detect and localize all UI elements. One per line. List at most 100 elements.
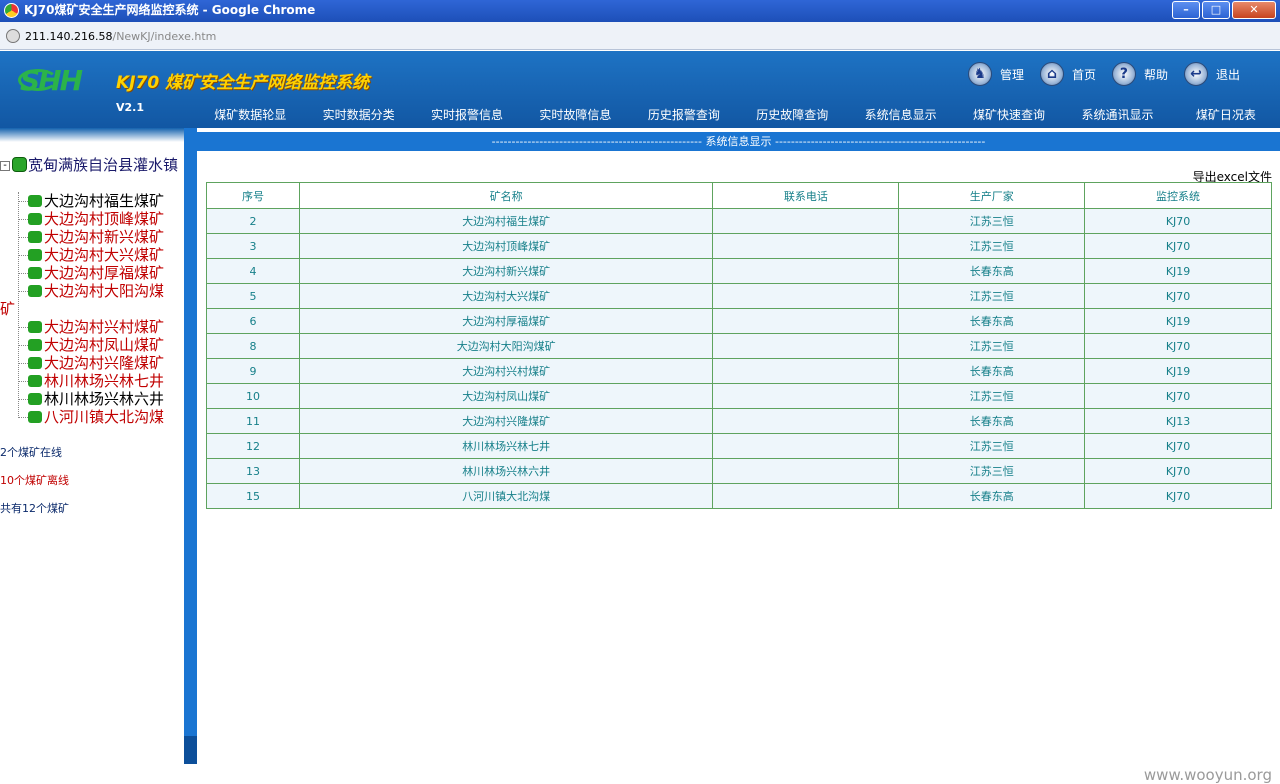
nav-item-daily-report[interactable]: 煤矿日况表 [1172, 102, 1280, 128]
table-header-row: 序号 矿名称 联系电话 生产厂家 监控系统 [206, 182, 1272, 209]
tree-item-continuation[interactable]: 矿 [0, 300, 184, 318]
tree-root-label: 宽甸满族自治县灌水镇 [28, 156, 179, 174]
col-header-manufacturer[interactable]: 生产厂家 [898, 182, 1086, 209]
exit-link[interactable]: ↩ 退出 [1183, 61, 1240, 87]
cell-id: 5 [206, 283, 300, 309]
admin-link[interactable]: ♞ 管理 [967, 61, 1024, 87]
nav-item-history-fault[interactable]: 历史故障查询 [738, 102, 846, 128]
cell-id: 15 [206, 483, 300, 509]
nav-item-realtime-fault[interactable]: 实时故障信息 [521, 102, 629, 128]
close-window-button[interactable]: ✕ [1232, 1, 1276, 19]
mine-icon [28, 249, 42, 261]
table-row[interactable]: 10 大边沟村凤山煤矿 江苏三恒 KJ70 [206, 383, 1272, 409]
expand-icon[interactable]: - [0, 161, 10, 171]
col-header-mine-name[interactable]: 矿名称 [298, 182, 714, 209]
app-title: KJ70 煤矿安全生产网络监控系统 [116, 73, 370, 93]
help-link[interactable]: ? 帮助 [1111, 61, 1168, 87]
tree-root[interactable]: - 宽甸满族自治县灌水镇 [0, 156, 184, 174]
nav-item-system-info[interactable]: 系统信息显示 [846, 102, 954, 128]
cell-monitor-system: KJ70 [1084, 483, 1272, 509]
tree-item[interactable]: 林川林场兴林七井 [0, 372, 184, 390]
table-row[interactable]: 12 林川林场兴林七井 江苏三恒 KJ70 [206, 433, 1272, 459]
table-row[interactable]: 15 八河川镇大北沟煤 长春东高 KJ70 [206, 483, 1272, 509]
nav-item-quick-query[interactable]: 煤矿快速查询 [955, 102, 1063, 128]
cell-monitor-system: KJ70 [1084, 233, 1272, 259]
tree-item[interactable]: 林川林场兴林六井 [0, 390, 184, 408]
cell-monitor-system: KJ70 [1084, 333, 1272, 359]
col-header-id[interactable]: 序号 [206, 182, 300, 209]
tree-branch-line [18, 291, 28, 292]
tree-item-label: 八河川镇大北沟煤 [44, 408, 165, 426]
table-row[interactable]: 11 大边沟村兴隆煤矿 长春东高 KJ13 [206, 408, 1272, 434]
tree-item-label: 大边沟村兴村煤矿 [44, 318, 165, 336]
cell-monitor-system: KJ70 [1084, 383, 1272, 409]
tree-item-label: 大边沟村福生煤矿 [44, 192, 165, 210]
mine-icon [28, 375, 42, 387]
tree-item[interactable]: 大边沟村兴隆煤矿 [0, 354, 184, 372]
sidebar-scrollbar[interactable] [184, 128, 197, 764]
table-row[interactable]: 4 大边沟村新兴煤矿 长春东高 KJ19 [206, 258, 1272, 284]
table-row[interactable]: 9 大边沟村兴村煤矿 长春东高 KJ19 [206, 358, 1272, 384]
cell-mine-name: 大边沟村兴村煤矿 [298, 358, 714, 384]
exit-label: 退出 [1215, 67, 1240, 82]
cell-id: 12 [206, 433, 300, 459]
tree-item[interactable]: 大边沟村凤山煤矿 [0, 336, 184, 354]
tree-item[interactable]: 大边沟村福生煤矿 [0, 192, 184, 210]
tree-item[interactable]: 大边沟村厚福煤矿 [0, 264, 184, 282]
tree-item-label: 大边沟村凤山煤矿 [44, 336, 165, 354]
mine-icon [28, 393, 42, 405]
maximize-button[interactable]: □ [1202, 1, 1230, 19]
page-info-icon[interactable] [6, 29, 20, 43]
watermark: www.wooyun.org [1143, 766, 1272, 784]
mine-icon [28, 213, 42, 225]
cell-mine-name: 大边沟村大阳沟煤矿 [298, 333, 714, 359]
mine-icon [28, 231, 42, 243]
tree-item[interactable]: 大边沟村大阳沟煤 [0, 282, 184, 300]
cell-monitor-system: KJ70 [1084, 208, 1272, 234]
cell-manufacturer: 江苏三恒 [898, 333, 1086, 359]
tree-item[interactable]: 大边沟村大兴煤矿 [0, 246, 184, 264]
home-link[interactable]: ⌂ 首页 [1039, 61, 1096, 87]
minimize-button[interactable]: – [1172, 1, 1200, 19]
table-row[interactable]: 2 大边沟村福生煤矿 江苏三恒 KJ70 [206, 208, 1272, 234]
cell-phone [712, 283, 900, 309]
table-row[interactable]: 5 大边沟村大兴煤矿 江苏三恒 KJ70 [206, 283, 1272, 309]
mine-icon [28, 195, 42, 207]
nav-item-data-rotation[interactable]: 煤矿数据轮显 [196, 102, 304, 128]
cell-monitor-system: KJ70 [1084, 283, 1272, 309]
col-header-monitor-system[interactable]: 监控系统 [1084, 182, 1272, 209]
mine-info-table: 序号 矿名称 联系电话 生产厂家 监控系统 2 大边沟村福生煤矿 江苏三恒 KJ70 3… [206, 182, 1272, 509]
cell-mine-name: 八河川镇大北沟煤 [298, 483, 714, 509]
scrollbar-thumb[interactable] [184, 736, 197, 764]
table-row[interactable]: 13 林川林场兴林六井 江苏三恒 KJ70 [206, 458, 1272, 484]
cell-mine-name: 大边沟村凤山煤矿 [298, 383, 714, 409]
tree-item[interactable]: 大边沟村兴村煤矿 [0, 318, 184, 336]
cell-phone [712, 383, 900, 409]
table-row[interactable]: 6 大边沟村厚福煤矿 长春东高 KJ19 [206, 308, 1272, 334]
nav-item-history-alarm[interactable]: 历史报警查询 [630, 102, 738, 128]
cell-mine-name: 大边沟村福生煤矿 [298, 208, 714, 234]
cell-monitor-system: KJ13 [1084, 408, 1272, 434]
home-label: 首页 [1071, 67, 1096, 82]
help-label: 帮助 [1143, 67, 1168, 82]
cell-mine-name: 林川林场兴林七井 [298, 433, 714, 459]
cell-id: 6 [206, 308, 300, 334]
table-row[interactable]: 8 大边沟村大阳沟煤矿 江苏三恒 KJ70 [206, 333, 1272, 359]
tree-branch-line [18, 255, 28, 256]
col-header-phone[interactable]: 联系电话 [712, 182, 900, 209]
tree-item[interactable]: 八河川镇大北沟煤 [0, 408, 184, 426]
url-path: /NewKJ/indexe.htm [112, 30, 217, 43]
nav-item-realtime-alarm[interactable]: 实时报警信息 [413, 102, 521, 128]
nav-item-comm-display[interactable]: 系统通讯显示 [1063, 102, 1171, 128]
tree-item[interactable]: 大边沟村顶峰煤矿 [0, 210, 184, 228]
tree-item[interactable]: 大边沟村新兴煤矿 [0, 228, 184, 246]
address-bar[interactable]: 211.140.216.58/NewKJ/indexe.htm [0, 22, 1280, 50]
region-icon [12, 157, 27, 172]
tree-item-label: 大边沟村顶峰煤矿 [44, 210, 165, 228]
nav-item-realtime-data[interactable]: 实时数据分类 [304, 102, 412, 128]
mine-icon [28, 285, 42, 297]
url-text[interactable]: 211.140.216.58/NewKJ/indexe.htm [25, 30, 216, 43]
cell-phone [712, 258, 900, 284]
table-row[interactable]: 3 大边沟村顶峰煤矿 江苏三恒 KJ70 [206, 233, 1272, 259]
cell-manufacturer: 江苏三恒 [898, 383, 1086, 409]
